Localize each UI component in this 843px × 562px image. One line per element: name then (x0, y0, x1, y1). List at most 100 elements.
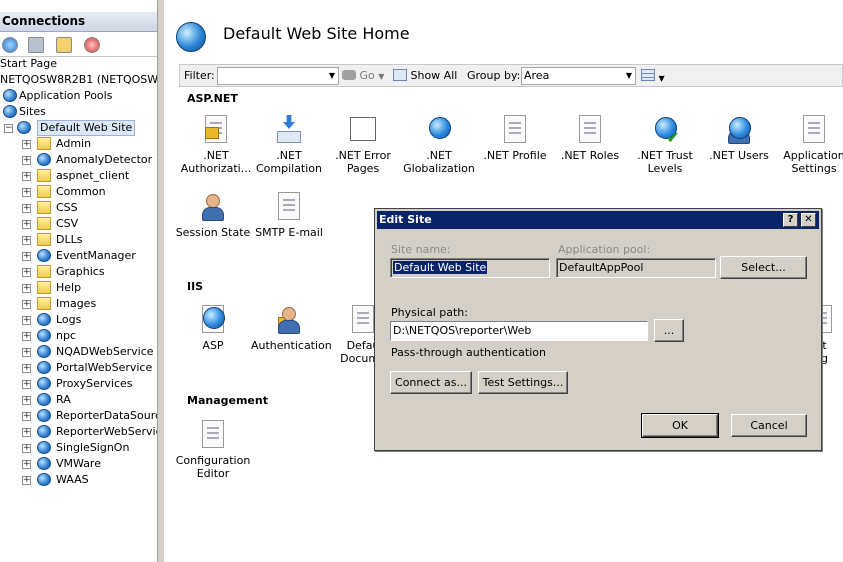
expand-icon[interactable]: + (22, 268, 31, 277)
feature-profile[interactable]: .NET Profile (477, 115, 553, 162)
select-button[interactable]: Select... (720, 256, 807, 279)
folder-icon (37, 281, 51, 294)
tree-node-label: ReporterDataSource (56, 409, 157, 422)
tree-node-label: NETQOSW8R2B1 (NETQOSW8R2 (0, 73, 157, 86)
filter-input[interactable]: ▼ (217, 67, 339, 85)
close-button[interactable]: ✕ (801, 213, 816, 227)
feature-authorization[interactable]: .NET Authorizati... (178, 115, 254, 175)
feature-users[interactable]: .NET Users (701, 115, 777, 162)
cancel-button[interactable]: Cancel (731, 414, 807, 437)
expand-icon[interactable]: + (22, 332, 31, 341)
feature-label: Pages (346, 162, 380, 175)
feature-label: SMTP E-mail (255, 226, 323, 239)
expand-icon[interactable]: + (22, 396, 31, 405)
feature-label: Compilation (255, 162, 323, 175)
chevron-down-icon: ▼ (378, 72, 385, 81)
feature-label: Configuration (175, 454, 251, 467)
feature-authentication[interactable]: Authentication (251, 305, 332, 352)
tree-node-label: Images (56, 297, 97, 310)
expand-icon[interactable]: + (22, 300, 31, 309)
test-settings-button[interactable]: Test Settings... (478, 371, 568, 394)
feature-label: .NET Profile (483, 149, 547, 162)
globe-icon (37, 457, 51, 470)
dialog-titlebar: Edit Site ? ✕ (377, 211, 819, 229)
group-by-select[interactable]: Area ▼ (521, 67, 636, 85)
roles-icon (575, 115, 605, 145)
expand-icon[interactable]: + (22, 188, 31, 197)
pane-splitter[interactable] (157, 0, 165, 562)
expand-icon[interactable]: + (22, 140, 31, 149)
site-name-value: Default Web Site (393, 261, 488, 274)
sites-icon (3, 105, 17, 118)
expand-icon[interactable]: + (22, 220, 31, 229)
show-all-button[interactable]: Show All (393, 69, 457, 82)
tree-node-label: Help (56, 281, 82, 294)
expand-icon[interactable]: + (22, 476, 31, 485)
folder-icon (37, 185, 51, 198)
expand-icon[interactable]: + (22, 460, 31, 469)
view-mode-button[interactable]: ▼ (641, 69, 665, 83)
connect-as-button[interactable]: Connect as... (390, 371, 472, 394)
feature-roles[interactable]: .NET Roles (552, 115, 628, 162)
collapse-icon[interactable]: − (4, 124, 13, 133)
globe-icon (37, 313, 51, 326)
app-pool-label: Application pool: (558, 243, 651, 256)
feature-smtp-email[interactable]: SMTP E-mail (251, 192, 327, 239)
feature-label: Session State (175, 226, 251, 239)
disconnect-icon[interactable] (84, 37, 100, 53)
feature-asp[interactable]: ASP (175, 305, 251, 352)
ok-button[interactable]: OK (641, 413, 719, 438)
site-name-label: Site name: (391, 243, 451, 256)
smtp-email-icon (274, 192, 304, 222)
users-icon (724, 115, 754, 145)
feature-label: .NET Roles (560, 149, 620, 162)
feature-label: Authorizati... (180, 162, 252, 175)
browse-button[interactable]: ... (654, 319, 684, 342)
section-aspnet: ASP.NET (187, 92, 238, 105)
chevron-down-icon[interactable]: ▼ (326, 68, 338, 84)
feature-configuration-editor[interactable]: Configuration Editor (175, 420, 251, 480)
show-all-label: Show All (410, 69, 458, 82)
feature-trust-levels[interactable]: ✔ .NET Trust Levels (627, 115, 703, 175)
save-icon[interactable] (28, 37, 44, 53)
tree-node-label: ReporterWebService (56, 425, 157, 438)
expand-icon[interactable]: + (22, 412, 31, 421)
tree-node-label: Default Web Site (37, 120, 136, 136)
chevron-down-icon[interactable]: ▼ (623, 68, 635, 84)
expand-icon[interactable]: + (22, 172, 31, 181)
folder-icon (37, 201, 51, 214)
expand-icon[interactable]: + (22, 444, 31, 453)
feature-error-pages[interactable]: .NET Error Pages (325, 115, 401, 175)
section-iis: IIS (187, 280, 204, 293)
feature-label: .NET (276, 149, 302, 162)
folder-icon (37, 233, 51, 246)
help-button[interactable]: ? (783, 213, 798, 227)
expand-icon[interactable]: + (22, 380, 31, 389)
tree-node-label: Sites (19, 105, 46, 118)
expand-icon[interactable]: + (22, 284, 31, 293)
site-name-field[interactable]: Default Web Site (390, 258, 550, 278)
tree-node-label: Admin (56, 137, 92, 150)
physical-path-input[interactable]: D:\NETQOS\reporter\Web (390, 321, 648, 341)
feature-session-state[interactable]: Session State (175, 192, 251, 239)
expand-icon[interactable]: + (22, 316, 31, 325)
connect-globe-icon[interactable] (2, 37, 18, 53)
go-button[interactable]: Go ▼ (342, 69, 384, 82)
expand-icon[interactable]: + (22, 236, 31, 245)
globe-icon (37, 361, 51, 374)
feature-label: .NET Error (335, 149, 391, 162)
expand-icon[interactable]: + (22, 428, 31, 437)
expand-icon[interactable]: + (22, 252, 31, 261)
up-folder-icon[interactable] (56, 37, 72, 53)
expand-icon[interactable]: + (22, 204, 31, 213)
binoculars-icon (342, 70, 356, 80)
tree-node-label: Logs (56, 313, 82, 326)
expand-icon[interactable]: + (22, 348, 31, 357)
feature-app-settings[interactable]: Application Settings (776, 115, 843, 175)
feature-compilation[interactable]: .NET Compilation (251, 115, 327, 175)
expand-icon[interactable]: + (22, 156, 31, 165)
expand-icon[interactable]: + (22, 364, 31, 373)
feature-globalization[interactable]: .NET Globalization (401, 115, 477, 175)
asp-icon (198, 305, 228, 335)
tree-node-label: SingleSignOn (56, 441, 130, 454)
